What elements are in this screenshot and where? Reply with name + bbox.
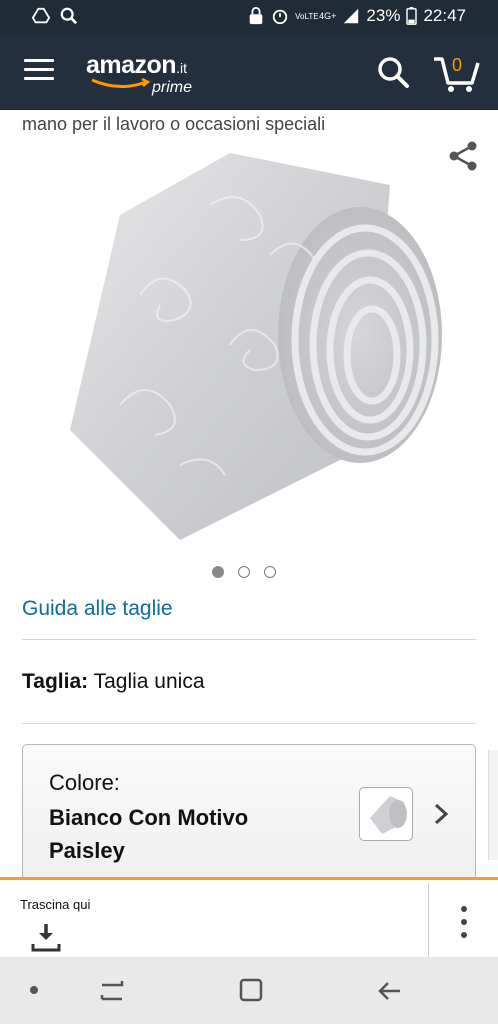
amazon-logo[interactable]: amazon.it prime — [86, 51, 192, 96]
carousel-dot[interactable] — [238, 566, 250, 578]
lock-icon — [249, 7, 263, 25]
dock-label: Trascina qui — [20, 897, 91, 912]
color-swatch — [359, 787, 413, 841]
app-header: amazon.it prime 0 — [0, 33, 498, 110]
battery-percent: 23% — [366, 6, 401, 25]
status-bar: VoLTE 4G+ 23% 22:47 — [0, 0, 498, 33]
edge-panel-handle[interactable] — [488, 750, 498, 860]
dot-icon[interactable] — [28, 984, 40, 996]
size-label: Taglia: — [22, 670, 89, 693]
dock-separator — [428, 883, 429, 959]
cart-count: 0 — [452, 55, 463, 75]
product-description: mano per il lavoro o occasioni speciali — [22, 114, 326, 134]
color-label: Colore: — [49, 770, 120, 795]
battery-icon — [406, 7, 418, 25]
alarm-icon — [272, 9, 288, 25]
product-image[interactable] — [60, 145, 450, 545]
image-carousel-dots — [212, 566, 276, 578]
volte-indicator: VoLTE — [295, 11, 319, 21]
logo-tld: .it — [176, 60, 187, 76]
chevron-right-icon — [434, 803, 449, 825]
network-indicator: 4G+ — [319, 11, 337, 21]
drive-icon — [32, 7, 50, 24]
search-icon[interactable] — [376, 55, 410, 89]
logo-prime: prime — [152, 79, 193, 96]
size-guide-link[interactable]: Guida alle taglie — [22, 597, 173, 621]
smile-icon — [91, 78, 151, 88]
drag-dock[interactable]: Trascina qui — [0, 877, 498, 960]
signal-icon — [344, 8, 359, 24]
logo-text: amazon — [86, 51, 177, 79]
divider — [22, 723, 476, 724]
back-icon[interactable] — [376, 977, 404, 1005]
divider — [22, 639, 476, 640]
recent-apps-icon[interactable] — [98, 977, 126, 1005]
carousel-dot[interactable] — [264, 566, 276, 578]
menu-icon[interactable] — [24, 59, 54, 81]
color-value: Bianco Con Motivo Paisley — [49, 805, 249, 863]
search-status-icon — [60, 7, 78, 25]
system-nav-bar — [0, 957, 498, 1024]
share-icon[interactable] — [448, 140, 478, 172]
size-row: Taglia: Taglia unica — [22, 670, 205, 694]
carousel-dot[interactable] — [212, 566, 224, 578]
size-value: Taglia unica — [93, 670, 205, 693]
download-icon — [31, 924, 61, 952]
clock: 22:47 — [423, 6, 466, 25]
home-icon[interactable] — [238, 977, 264, 1003]
more-options-icon[interactable] — [454, 904, 474, 940]
